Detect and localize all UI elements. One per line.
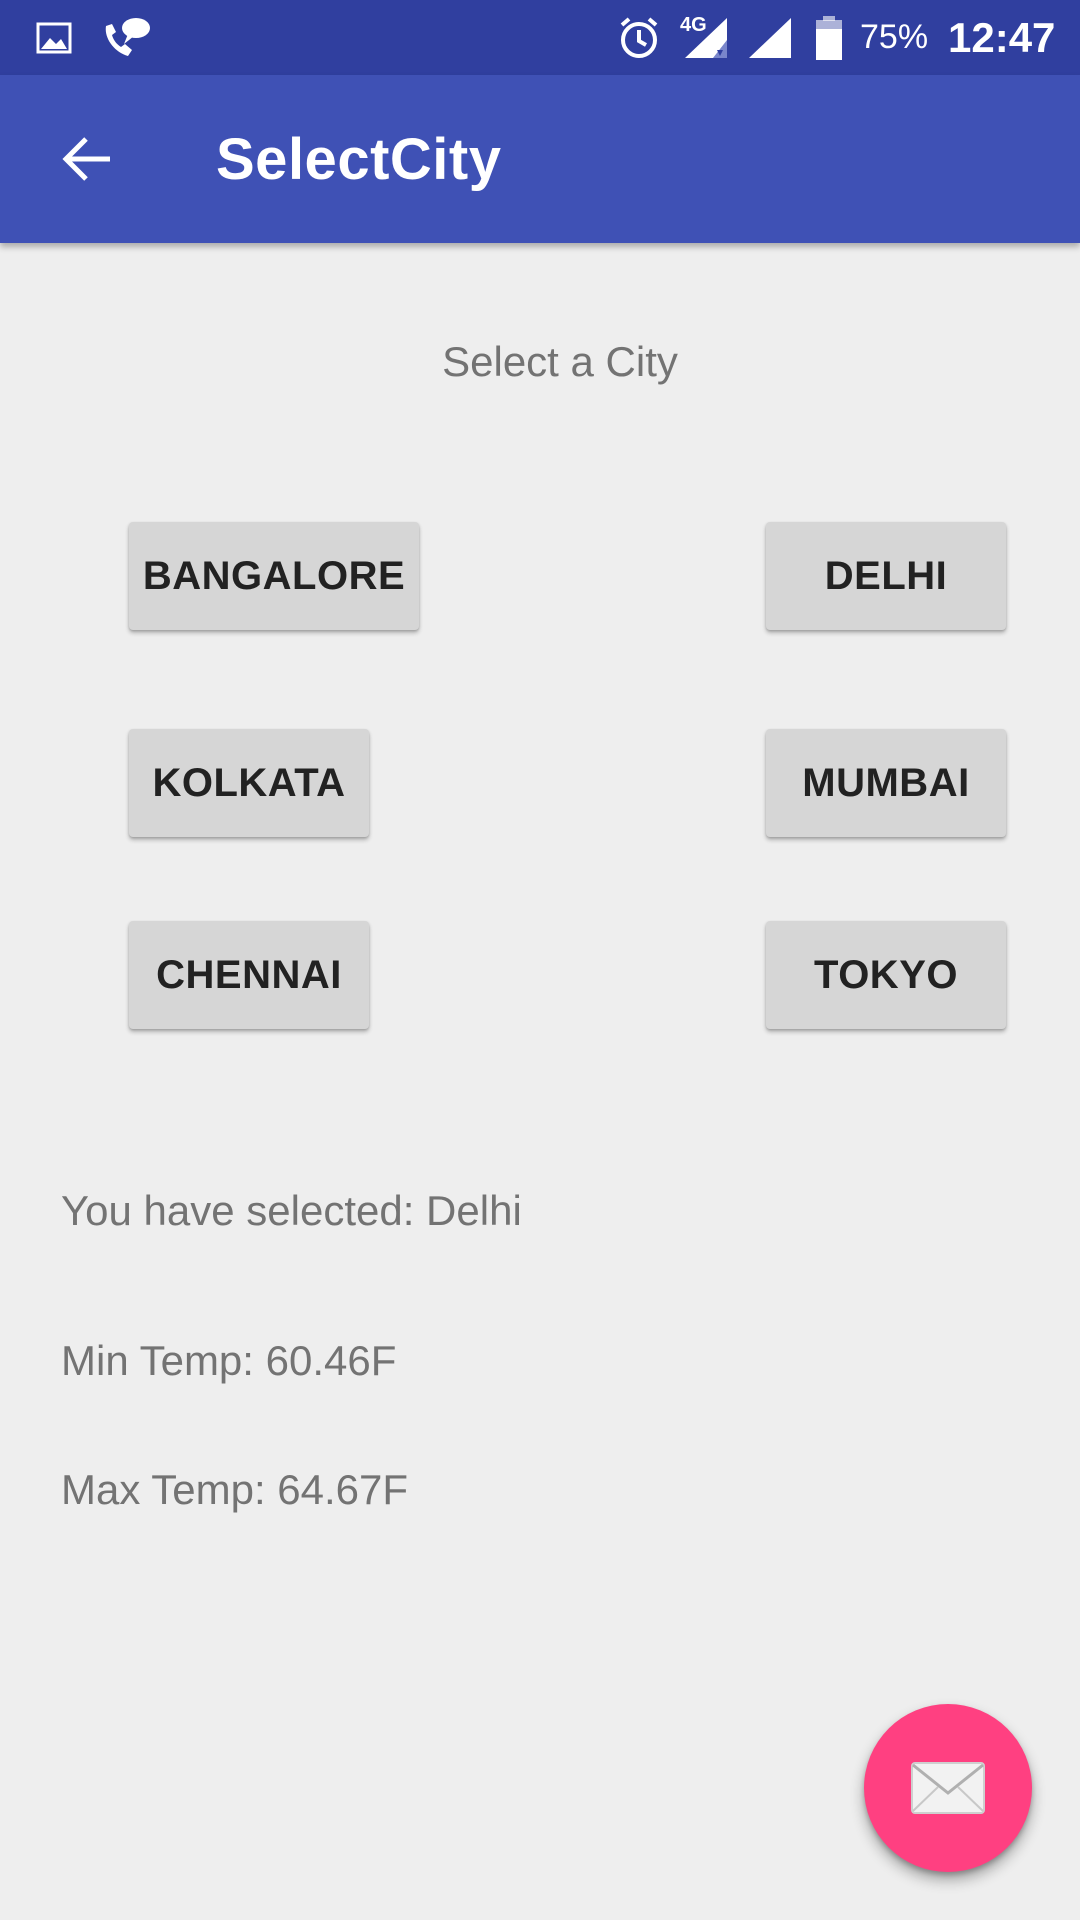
page-title: SelectCity xyxy=(216,126,502,192)
mail-icon xyxy=(910,1761,986,1815)
city-button-mumbai[interactable]: MUMBAI xyxy=(766,729,1006,837)
back-button[interactable] xyxy=(44,115,132,203)
cell-signal-icon xyxy=(746,0,794,75)
call-chat-icon xyxy=(98,0,154,75)
min-temp-text: Min Temp: 60.46F xyxy=(61,1337,397,1384)
status-bar: 4G 75% 12:47 xyxy=(0,0,1080,75)
city-button-delhi[interactable]: DELHI xyxy=(766,522,1006,630)
arrow-back-icon xyxy=(62,135,114,183)
battery-icon xyxy=(812,0,846,75)
network-type-label: 4G xyxy=(680,14,707,36)
email-fab-button[interactable] xyxy=(864,1704,1032,1872)
screen: 4G 75% 12:47 SelectCity Select a City BA… xyxy=(0,0,1080,1920)
app-bar: SelectCity xyxy=(0,75,1080,243)
image-icon xyxy=(34,0,74,75)
clock: 12:47 xyxy=(948,13,1056,61)
select-city-prompt: Select a City xyxy=(442,338,678,385)
city-button-chennai[interactable]: CHENNAI xyxy=(129,921,369,1029)
max-temp-text: Max Temp: 64.67F xyxy=(61,1466,409,1513)
selected-city-text: You have selected: Delhi xyxy=(61,1187,522,1234)
city-button-tokyo[interactable]: TOKYO xyxy=(766,921,1006,1029)
alarm-icon xyxy=(614,0,664,75)
battery-percent: 75% xyxy=(860,18,929,56)
city-button-bangalore[interactable]: BANGALORE xyxy=(129,522,419,630)
city-button-kolkata[interactable]: KOLKATA xyxy=(129,729,369,837)
